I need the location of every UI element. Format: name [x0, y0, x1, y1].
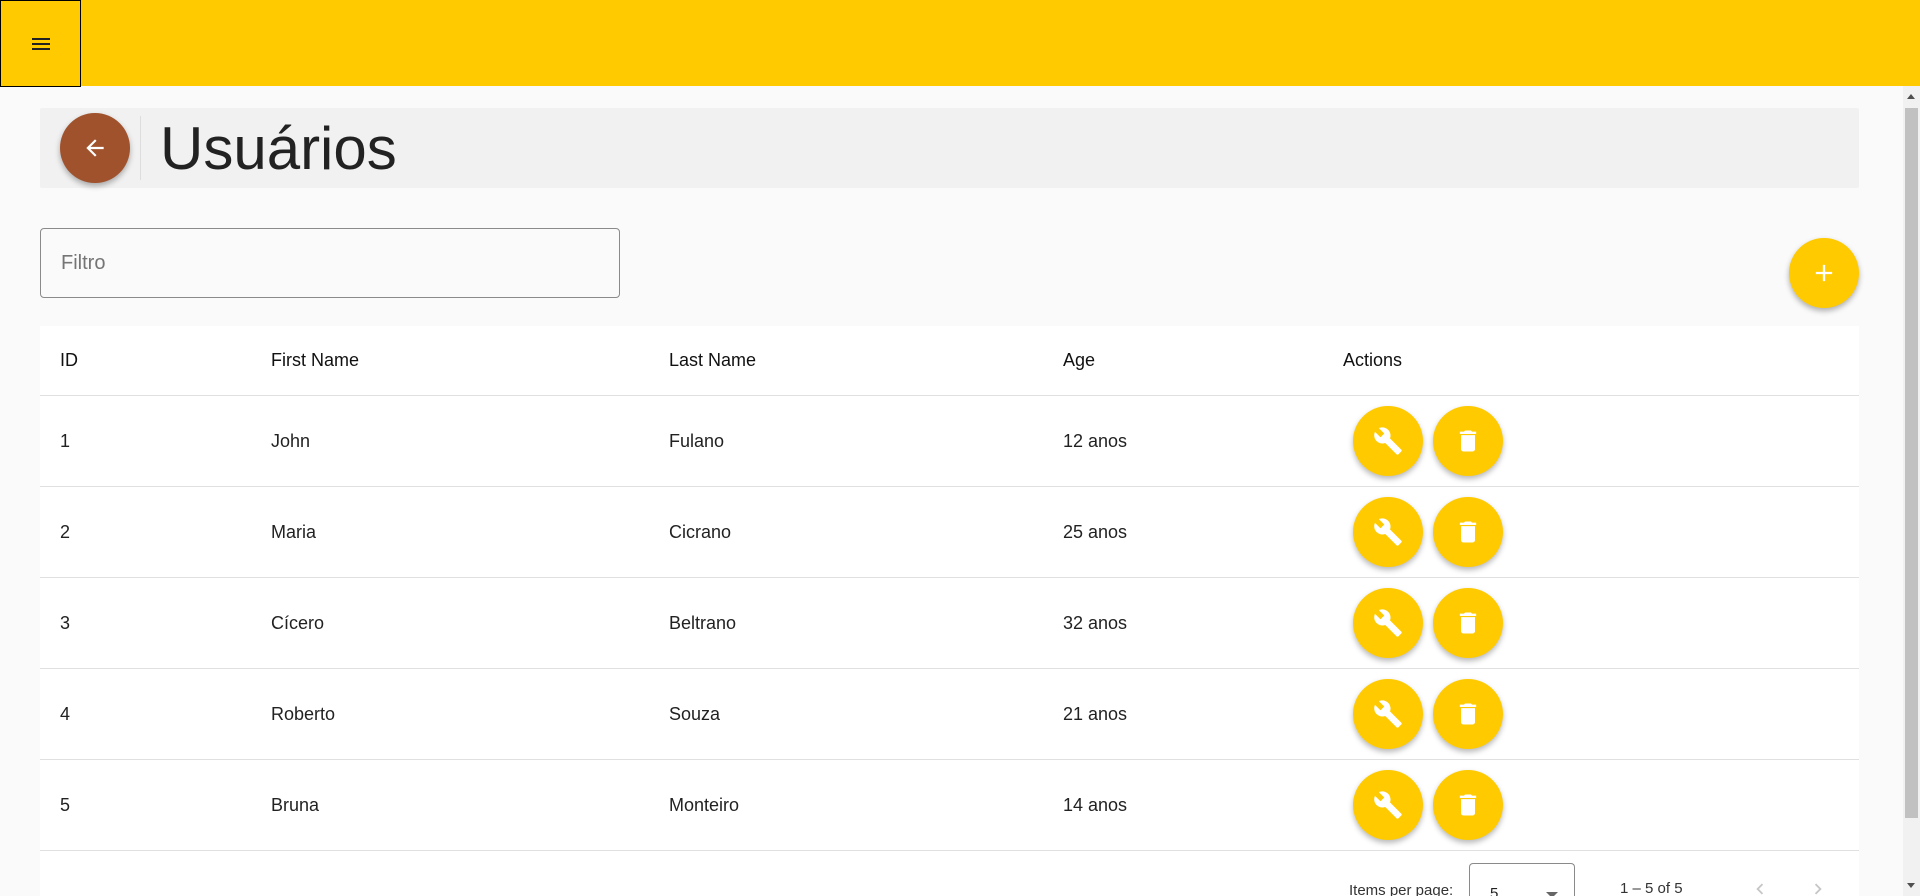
- table-row: 5 Bruna Monteiro 14 anos: [40, 760, 1859, 851]
- cell-id: 4: [60, 703, 71, 724]
- cell-last-name: Fulano: [669, 430, 725, 451]
- edit-button[interactable]: [1353, 588, 1423, 658]
- cell-id: 1: [60, 430, 71, 451]
- delete-button[interactable]: [1433, 770, 1503, 840]
- delete-button[interactable]: [1433, 406, 1503, 476]
- column-header-actions: Actions: [1343, 350, 1403, 370]
- plus-icon: [1815, 264, 1833, 282]
- cell-id: 5: [60, 794, 71, 815]
- vertical-scrollbar[interactable]: [1903, 86, 1920, 896]
- cell-id: 2: [60, 521, 71, 542]
- edit-button[interactable]: [1353, 679, 1423, 749]
- row-actions: [1353, 679, 1503, 749]
- wrench-icon: [1374, 427, 1402, 455]
- delete-button[interactable]: [1433, 497, 1503, 567]
- cell-id: 3: [60, 612, 71, 633]
- cell-last-name: Beltrano: [669, 612, 737, 633]
- trash-icon: [1459, 703, 1477, 725]
- wrench-icon: [1374, 609, 1402, 637]
- previous-page-button[interactable]: [1745, 874, 1775, 896]
- page-title: Usuários: [160, 115, 397, 182]
- cell-last-name: Monteiro: [669, 794, 740, 815]
- cell-age: 12 anos: [1063, 430, 1128, 451]
- trash-icon: [1459, 430, 1477, 452]
- header-divider: [140, 116, 141, 180]
- column-header-last-name[interactable]: Last Name: [669, 326, 756, 395]
- chevron-right-icon: [1814, 883, 1822, 895]
- cell-first-name: Bruna: [271, 794, 320, 815]
- table-row: 4 Roberto Souza 21 anos: [40, 669, 1859, 760]
- wrench-icon: [1374, 518, 1402, 546]
- row-actions: [1353, 406, 1503, 476]
- table-row: 3 Cícero Beltrano 32 anos: [40, 578, 1859, 669]
- trash-icon: [1459, 794, 1477, 816]
- add-user-button[interactable]: [1789, 238, 1859, 308]
- edit-button[interactable]: [1353, 770, 1423, 840]
- table-row: 1 John Fulano 12 anos: [40, 396, 1859, 487]
- scrollbar-thumb[interactable]: [1905, 108, 1918, 818]
- column-header-id[interactable]: ID: [60, 326, 78, 395]
- trash-icon: [1459, 612, 1477, 634]
- cell-age: 25 anos: [1063, 521, 1128, 542]
- chevron-left-icon: [1756, 883, 1764, 895]
- row-actions: [1353, 588, 1503, 658]
- cell-age: 21 anos: [1063, 703, 1128, 724]
- edit-button[interactable]: [1353, 497, 1423, 567]
- wrench-icon: [1374, 791, 1402, 819]
- cell-first-name: Maria: [271, 521, 317, 542]
- page-size-select[interactable]: 5: [1469, 863, 1575, 896]
- items-per-page-label: Items per page:: [1349, 882, 1454, 896]
- menu-button[interactable]: [0, 0, 81, 87]
- page-header: Usuários: [40, 108, 1859, 188]
- cell-age: 14 anos: [1063, 794, 1128, 815]
- filter-input[interactable]: [40, 228, 620, 298]
- cell-first-name: Cícero: [271, 612, 325, 633]
- table-header-row: ID First Name Last Name Age Actions: [40, 326, 1859, 396]
- cell-age: 32 anos: [1063, 612, 1128, 633]
- column-header-age[interactable]: Age: [1063, 326, 1095, 395]
- menu-icon: [31, 37, 50, 50]
- delete-button[interactable]: [1433, 588, 1503, 658]
- next-page-button[interactable]: [1803, 874, 1833, 896]
- cell-first-name: John: [271, 430, 311, 451]
- paginator: Items per page: 5 1 – 5 of 5: [40, 856, 1859, 896]
- trash-icon: [1459, 521, 1477, 543]
- wrench-icon: [1374, 700, 1402, 728]
- table-row: 2 Maria Cicrano 25 anos: [40, 487, 1859, 578]
- delete-button[interactable]: [1433, 679, 1503, 749]
- page-size-value: 5: [1490, 885, 1499, 896]
- column-header-first-name[interactable]: First Name: [271, 326, 359, 395]
- row-actions: [1353, 770, 1503, 840]
- scroll-up-icon[interactable]: [1907, 94, 1915, 99]
- page-range-label: 1 – 5 of 5: [1620, 880, 1683, 896]
- edit-button[interactable]: [1353, 406, 1423, 476]
- row-actions: [1353, 497, 1503, 567]
- scroll-down-icon[interactable]: [1907, 883, 1915, 888]
- users-table: ID First Name Last Name Age Actions 1 Jo…: [40, 326, 1859, 896]
- top-toolbar: [0, 0, 1920, 87]
- cell-first-name: Roberto: [271, 703, 336, 724]
- back-button[interactable]: [60, 113, 130, 183]
- cell-last-name: Cicrano: [669, 521, 732, 542]
- dropdown-arrow-icon: [1546, 892, 1558, 896]
- cell-last-name: Souza: [669, 703, 721, 724]
- arrow-left-icon: [86, 139, 104, 157]
